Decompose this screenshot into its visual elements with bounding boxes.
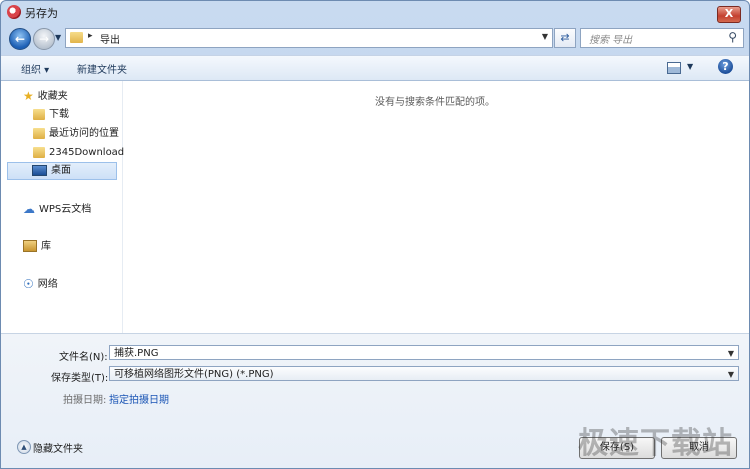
help-icon[interactable]: ? xyxy=(718,59,733,74)
filename-label: 文件名(N): xyxy=(59,352,108,363)
sidebar-item-recent-places[interactable]: 最近访问的位置 xyxy=(33,125,119,143)
new-folder-button[interactable]: 新建文件夹 xyxy=(77,61,127,76)
folder-icon xyxy=(33,146,45,158)
sidebar-item-favorites[interactable]: ★ 收藏夹 xyxy=(23,87,68,105)
filetype-label: 保存类型(T): xyxy=(51,373,109,384)
cloud-icon: ☁ xyxy=(23,202,35,216)
hide-folders-label[interactable]: 隐藏文件夹 xyxy=(33,440,83,455)
forward-button[interactable]: → xyxy=(33,28,55,50)
chevron-right-icon[interactable]: ▸ xyxy=(88,31,93,41)
address-path[interactable]: 导出 xyxy=(100,31,120,46)
close-button[interactable]: X xyxy=(717,6,741,23)
library-icon xyxy=(23,240,37,252)
recent-pages-dropdown[interactable]: ▼ xyxy=(55,33,61,42)
organize-button[interactable]: 组织 ▾ xyxy=(21,61,49,76)
star-icon: ★ xyxy=(23,89,34,103)
filename-value[interactable]: 捕获.PNG xyxy=(114,348,158,359)
back-button[interactable]: ← xyxy=(9,28,31,50)
empty-results-message: 没有与搜索条件匹配的项。 xyxy=(375,97,495,108)
app-icon xyxy=(7,5,21,19)
sidebar-item-desktop[interactable]: 桌面 xyxy=(7,162,117,180)
chevron-down-icon[interactable]: ▼ xyxy=(542,32,548,41)
sidebar-item-network[interactable]: ☉ 网络 xyxy=(23,275,58,293)
recent-places-icon xyxy=(33,127,45,139)
view-options-icon[interactable] xyxy=(667,62,681,74)
refresh-button[interactable]: ⇄ xyxy=(554,28,576,48)
chevron-down-icon[interactable]: ▼ xyxy=(728,346,734,361)
search-icon[interactable]: ⚲ xyxy=(728,30,737,44)
specify-date-link[interactable]: 指定拍摄日期 xyxy=(109,391,169,406)
sidebar-item-wps-cloud[interactable]: ☁ WPS云文档 xyxy=(23,200,91,218)
window-title: 另存为 xyxy=(25,7,58,20)
sidebar-item-2345download[interactable]: 2345Download xyxy=(33,144,124,162)
date-label: 拍摄日期: xyxy=(63,395,107,406)
navigation-pane: ★ 收藏夹 下载 最近访问的位置 2345Download 桌面 ☁ WPS云文档 … xyxy=(1,81,124,333)
view-dropdown-icon[interactable]: ▼ xyxy=(687,62,693,71)
desktop-icon xyxy=(32,164,47,176)
network-icon: ☉ xyxy=(23,277,34,291)
watermark-text: 极速下载站 xyxy=(578,426,733,461)
sidebar-item-downloads[interactable]: 下载 xyxy=(33,106,69,124)
filetype-select[interactable]: 可移植网络图形文件(PNG) (*.PNG) ▼ xyxy=(109,366,739,381)
chevron-down-icon[interactable]: ▼ xyxy=(728,367,734,382)
filename-field[interactable]: 捕获.PNG ▼ xyxy=(109,345,739,360)
content-area: ★ 收藏夹 下载 最近访问的位置 2345Download 桌面 ☁ WPS云文档 … xyxy=(1,81,749,333)
download-folder-icon xyxy=(33,108,45,120)
filetype-value[interactable]: 可移植网络图形文件(PNG) (*.PNG) xyxy=(114,369,273,380)
folder-icon xyxy=(70,32,83,43)
command-toolbar: 组织 ▾ 新建文件夹 ▼ ? xyxy=(1,55,749,81)
hide-folders-toggle-icon[interactable]: ▲ xyxy=(17,440,31,454)
save-as-dialog: 另存为 X ← → ▼ ▸ 导出 ▼ ⇄ 搜索 导出 ⚲ 组织 ▾ 新建文件夹 … xyxy=(0,0,750,469)
search-placeholder[interactable]: 搜索 导出 xyxy=(589,31,632,46)
navigation-bar: ← → ▼ ▸ 导出 ▼ ⇄ 搜索 导出 ⚲ xyxy=(1,23,749,53)
title-bar: 另存为 X xyxy=(1,1,749,23)
sidebar-item-libraries[interactable]: 库 xyxy=(23,238,51,256)
search-input[interactable]: 搜索 导出 ⚲ xyxy=(580,28,744,48)
address-bar[interactable]: ▸ 导出 ▼ xyxy=(65,28,553,48)
